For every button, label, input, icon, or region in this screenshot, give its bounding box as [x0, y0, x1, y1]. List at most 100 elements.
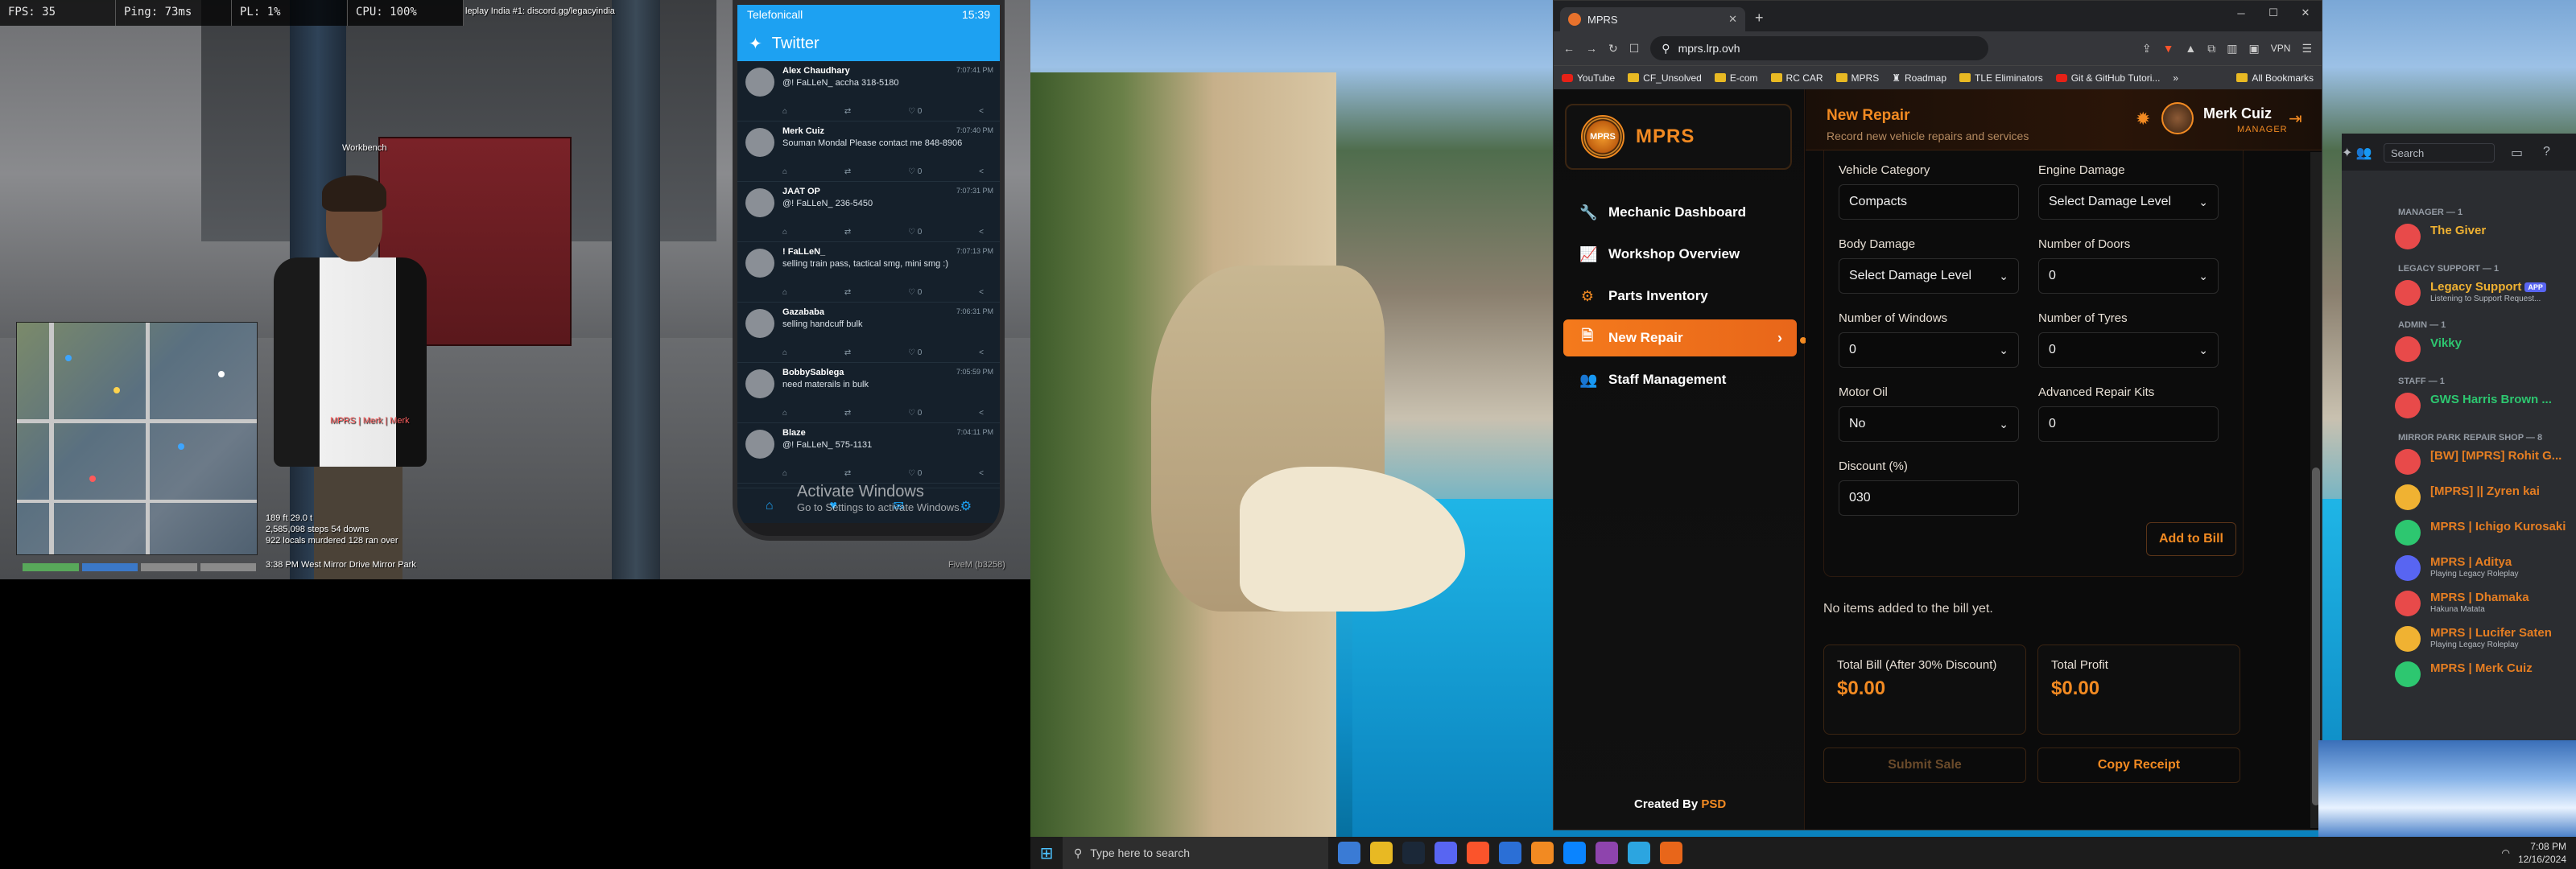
reply-icon[interactable]: ⌂ — [782, 107, 787, 116]
reply-icon[interactable]: ⌂ — [782, 167, 787, 176]
wallet-icon[interactable]: ▣ — [2249, 42, 2260, 56]
avatar[interactable] — [745, 430, 774, 459]
retweet-icon[interactable]: ⇄ — [844, 288, 851, 297]
tweet-feed[interactable]: Alex Chaudhary 7:07:41 PM @! FaLLeN_ accha… — [737, 61, 1000, 488]
discount-input[interactable]: 030 — [1839, 480, 2019, 516]
site-info-icon[interactable]: ⚲ — [1662, 42, 1670, 56]
member-item[interactable]: Vikky — [2395, 333, 2576, 365]
nav-parts-inventory[interactable]: ⚙ Parts Inventory — [1563, 278, 1797, 315]
taskview-icon[interactable] — [1338, 842, 1360, 864]
close-tab-icon[interactable]: ✕ — [1728, 13, 1737, 26]
tweet-item[interactable]: BobbySablega 7:05:59 PM need materails in … — [737, 363, 1000, 423]
member-item[interactable]: MPRS | Dhamaka Hakuna Matata — [2395, 587, 2576, 620]
member-item[interactable]: MPRS | Ichigo Kurosaki — [2395, 517, 2576, 549]
reply-icon[interactable]: ⌂ — [782, 469, 787, 478]
gear-icon[interactable]: ✹ — [2136, 109, 2150, 130]
submit-sale-button[interactable]: Submit Sale — [1823, 748, 2026, 783]
member-item[interactable]: [BW] [MPRS] Rohit G... — [2395, 446, 2576, 478]
bookmark-item[interactable]: YouTube — [1562, 72, 1615, 84]
bookmark-item[interactable]: RC CAR — [1770, 72, 1823, 84]
retweet-icon[interactable]: ⇄ — [844, 167, 851, 176]
steam-icon[interactable] — [1402, 842, 1425, 864]
tweet-item[interactable]: Gazababa 7:06:31 PM selling handcuff bulk ⌂… — [737, 303, 1000, 363]
member-item[interactable]: The Giver — [2395, 220, 2576, 253]
compose-icon[interactable]: ✦ — [749, 34, 762, 54]
retweet-icon[interactable]: ⇄ — [844, 228, 851, 237]
like-icon[interactable]: ♡ 0 — [908, 409, 922, 418]
nav-new-repair[interactable]: 🗎 New Repair › — [1563, 319, 1797, 356]
vpn-button[interactable]: VPN — [2271, 43, 2291, 54]
share-icon[interactable]: ⇪ — [2142, 42, 2152, 56]
member-item[interactable]: MPRS | Merk Cuiz — [2395, 658, 2576, 690]
vscode-icon[interactable] — [1499, 842, 1521, 864]
bookmark-item[interactable]: CF_Unsolved — [1628, 72, 1702, 84]
back-icon[interactable]: ← — [1563, 42, 1575, 55]
reply-icon[interactable]: ⌂ — [782, 288, 787, 297]
like-icon[interactable]: ♡ 0 — [908, 288, 922, 297]
member-item[interactable]: [MPRS] || Zyren kai — [2395, 481, 2576, 513]
brave-icon[interactable] — [1467, 842, 1489, 864]
reload-icon[interactable]: ↻ — [1608, 42, 1618, 56]
extensions-icon[interactable]: ⧉ — [2207, 42, 2215, 56]
retweet-icon[interactable]: ⇄ — [844, 409, 851, 418]
avatar[interactable] — [2161, 102, 2194, 134]
nav-mechanic-dashboard[interactable]: 🔧 Mechanic Dashboard — [1563, 194, 1797, 231]
bookmark-icon[interactable]: ☐ — [1629, 42, 1640, 56]
copy-receipt-button[interactable]: Copy Receipt — [2037, 748, 2240, 783]
menu-icon[interactable]: ☰ — [2301, 42, 2312, 56]
add-to-bill-button[interactable]: Add to Bill — [2146, 522, 2236, 556]
vehicle-category-field[interactable]: Compacts — [1839, 184, 2019, 220]
logout-icon[interactable]: ⇥ — [2289, 109, 2302, 129]
mprs-taskbar-icon[interactable] — [1660, 842, 1682, 864]
sidebar-icon[interactable]: ▥ — [2227, 42, 2237, 56]
like-icon[interactable]: ♡ 0 — [908, 167, 922, 176]
body-damage-select[interactable]: Select Damage Level ⌄ — [1839, 258, 2019, 294]
brave-shield-icon[interactable]: ▼ — [2163, 42, 2174, 55]
telegram-icon[interactable] — [1628, 842, 1650, 864]
taskbar-search[interactable]: ⚲ Type here to search — [1063, 837, 1328, 869]
bookmark-item[interactable]: MPRS — [1835, 72, 1879, 84]
retweet-icon[interactable]: ⇄ — [844, 107, 851, 116]
share-icon[interactable]: < — [979, 288, 984, 297]
tweet-item[interactable]: Merk Cuiz 7:07:40 PM Souman Mondal Please … — [737, 121, 1000, 182]
forward-icon[interactable]: → — [1586, 42, 1597, 55]
member-item[interactable]: GWS Harris Brown ... — [2395, 389, 2576, 422]
logo[interactable]: MPRS MPRS — [1565, 104, 1792, 170]
reply-icon[interactable]: ⌂ — [782, 348, 787, 357]
rewards-icon[interactable]: ▲ — [2185, 42, 2196, 55]
avatar[interactable] — [745, 309, 774, 338]
windows-start-icon[interactable]: ⊞ — [1030, 837, 1063, 869]
share-icon[interactable]: < — [979, 469, 984, 478]
minimize-icon[interactable]: ─ — [2225, 1, 2257, 25]
member-item[interactable]: MPRS | Aditya Playing Legacy Roleplay — [2395, 552, 2576, 584]
share-icon[interactable]: < — [979, 167, 984, 176]
retweet-icon[interactable]: ⇄ — [844, 348, 851, 357]
nav-staff-management[interactable]: 👥 Staff Management — [1563, 361, 1797, 398]
repair-kits-input[interactable]: 0 — [2038, 406, 2219, 442]
motor-oil-select[interactable]: No ⌄ — [1839, 406, 2019, 442]
member-item[interactable]: Legacy Support APP Listening to Support Re… — [2395, 277, 2576, 309]
avatar[interactable] — [745, 188, 774, 217]
new-tab-icon[interactable]: + — [1755, 10, 1764, 27]
share-icon[interactable]: < — [979, 348, 984, 357]
home-icon[interactable]: ⌂ — [766, 499, 774, 513]
tab-mprs[interactable]: MPRS ✕ — [1560, 7, 1745, 31]
url-field[interactable]: ⚲ mprs.lrp.ovh — [1650, 36, 1989, 60]
share-icon[interactable]: < — [979, 409, 984, 418]
doors-select[interactable]: 0 ⌄ — [2038, 258, 2219, 294]
fivem-icon[interactable] — [1531, 842, 1554, 864]
tweet-item[interactable]: Blaze 7:04:11 PM @! FaLLeN_ 575-1131 ⌂ ⇄ ♡ 0 < — [737, 423, 1000, 484]
share-icon[interactable]: < — [979, 107, 984, 116]
close-window-icon[interactable]: ✕ — [2289, 1, 2322, 25]
like-icon[interactable]: ♡ 0 — [908, 228, 922, 237]
retweet-icon[interactable]: ⇄ — [844, 469, 851, 478]
like-icon[interactable]: ♡ 0 — [908, 469, 922, 478]
tyres-select[interactable]: 0 ⌄ — [2038, 332, 2219, 368]
avatar[interactable] — [745, 128, 774, 157]
bookmark-item[interactable]: E-com — [1714, 72, 1758, 84]
search-input[interactable]: Search — [2384, 143, 2495, 163]
reply-icon[interactable]: ⌂ — [782, 228, 787, 237]
like-icon[interactable]: ♡ 0 — [908, 348, 922, 357]
file-explorer-icon[interactable] — [1370, 842, 1393, 864]
share-icon[interactable]: < — [979, 228, 984, 237]
